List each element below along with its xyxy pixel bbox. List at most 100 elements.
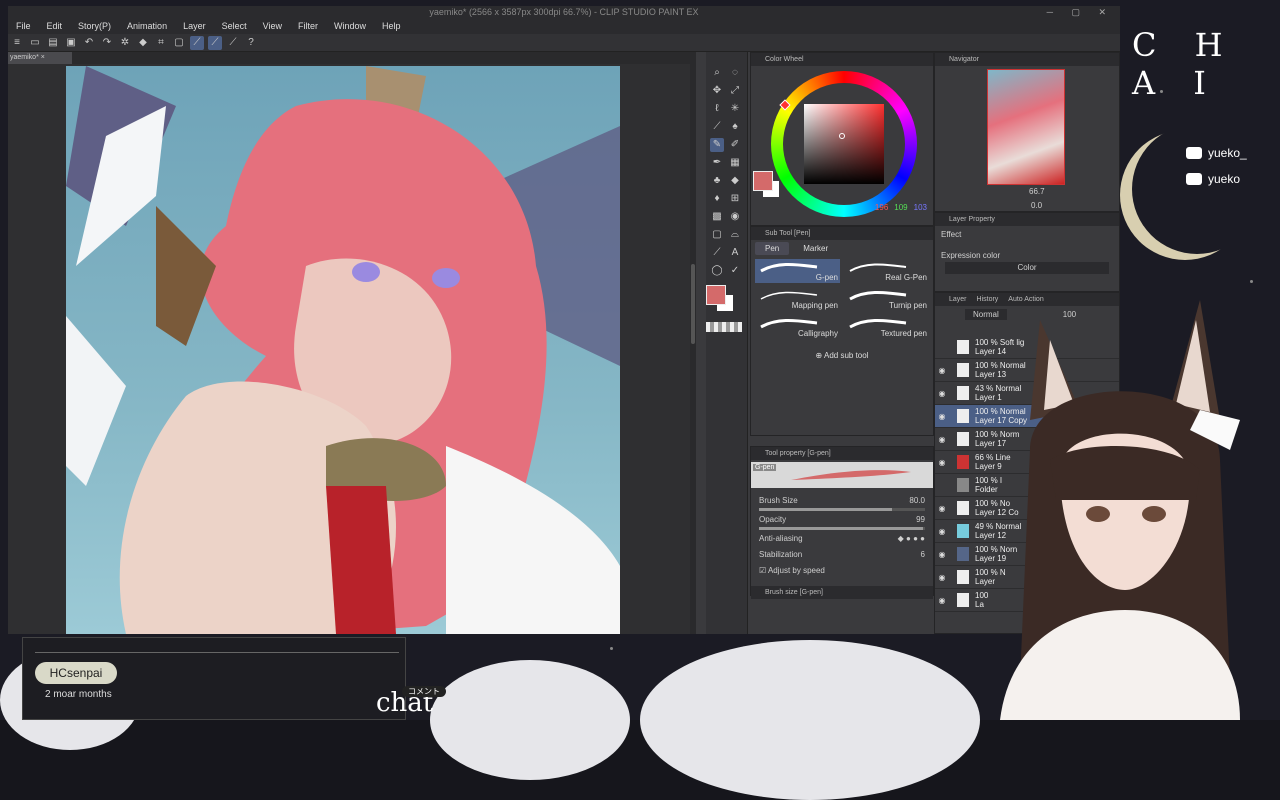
eyedropper-icon[interactable]: ⟋ — [710, 120, 724, 134]
move-icon[interactable]: ✥ — [710, 84, 724, 98]
transparent-color-swatch[interactable] — [706, 322, 742, 332]
magic-wand-icon[interactable]: ✳ — [728, 102, 742, 116]
pen-icon[interactable]: ✎ — [710, 138, 724, 152]
fill-tool-icon[interactable]: ◉ — [728, 210, 742, 224]
ruler-snap-icon[interactable]: ⟋ — [190, 35, 204, 50]
window-controls[interactable]: ─ ▢ ✕ — [1047, 6, 1114, 18]
sv-picker[interactable] — [839, 133, 845, 139]
menu-help[interactable]: Help — [374, 18, 409, 34]
eye-icon[interactable]: ◉ — [935, 527, 949, 536]
ruler-icon[interactable]: ⌓ — [728, 228, 742, 242]
main-color-swatch[interactable] — [753, 171, 773, 191]
antialias-options[interactable]: ◆ ● ● ● — [898, 534, 925, 543]
menu-filter[interactable]: Filter — [290, 18, 326, 34]
brush-mapping-pen[interactable]: Mapping pen — [755, 287, 840, 311]
eye-icon[interactable]: ◉ — [935, 504, 949, 513]
undo-icon[interactable]: ↶ — [82, 36, 96, 50]
brush-g-pen[interactable]: G-pen — [755, 259, 840, 283]
menu-file[interactable]: File — [8, 18, 39, 34]
brush-size-slider[interactable] — [759, 508, 925, 511]
navigator-thumbnail[interactable] — [987, 69, 1065, 185]
fill-icon[interactable]: ◆ — [136, 36, 150, 50]
airbrush-icon[interactable]: ♣ — [710, 174, 724, 188]
add-sub-tool-label: Add sub tool — [824, 351, 869, 360]
help-icon[interactable]: ? — [244, 36, 258, 50]
eye-icon[interactable]: ◉ — [935, 596, 949, 605]
select-ellipse-icon[interactable]: ◌ — [728, 66, 742, 80]
gradient-icon[interactable]: ▩ — [710, 210, 724, 224]
adjust-by-speed-checkbox[interactable]: ☑ Adjust by speed — [759, 566, 825, 575]
balloon-icon[interactable]: ◯ — [710, 264, 724, 278]
tab-history[interactable]: History — [977, 293, 999, 306]
menu-view[interactable]: View — [255, 18, 290, 34]
grid-snap-icon[interactable]: ⟋ — [226, 36, 240, 50]
menu-select[interactable]: Select — [214, 18, 255, 34]
eye-icon[interactable]: ◉ — [935, 550, 949, 559]
tool-property-panel: Tool property [G-pen] G-pen Brush Size 80… — [750, 446, 934, 599]
brush-real-g-pen[interactable]: Real G-Pen — [844, 259, 929, 283]
menu-layer[interactable]: Layer — [175, 18, 214, 34]
tab-pen[interactable]: Pen — [755, 242, 790, 255]
brush-calligraphy[interactable]: Calligraphy — [755, 315, 840, 339]
color-wheel[interactable] — [771, 71, 917, 217]
brush-icon[interactable]: ✒ — [710, 156, 724, 170]
crescent-moon-decoration — [1132, 124, 1262, 254]
channel-logo: C H A I — [1132, 26, 1237, 102]
navigator-rotation[interactable]: 0.0 — [1031, 201, 1042, 210]
eraser-icon[interactable]: ◆ — [728, 174, 742, 188]
pencil-icon[interactable]: ✐ — [728, 138, 742, 152]
main-color-swatch[interactable] — [706, 285, 726, 305]
frame-icon[interactable]: ⊞ — [728, 192, 742, 206]
artwork-canvas[interactable] — [66, 66, 620, 634]
eye-icon[interactable]: ◉ — [935, 458, 949, 467]
special-ruler-icon[interactable]: ⟋ — [208, 35, 222, 50]
clip-studio-window: yaemiko* (2566 x 3587px 300dpi 66.7%) - … — [8, 6, 1120, 634]
zoom-icon[interactable]: ⌕ — [710, 66, 724, 80]
snap-icon[interactable]: ▢ — [172, 36, 186, 50]
stabilization-value[interactable]: 6 — [921, 550, 925, 559]
eye-icon[interactable]: ◉ — [935, 435, 949, 444]
opacity-slider[interactable] — [759, 527, 925, 530]
lasso-icon[interactable]: ℓ — [710, 102, 724, 116]
settings-icon[interactable]: ✲ — [118, 36, 132, 50]
menu-icon[interactable]: ≡ — [10, 36, 24, 50]
brush-size-value[interactable]: 80.0 — [909, 496, 925, 505]
eye-icon[interactable]: ◉ — [935, 412, 949, 421]
opacity-value[interactable]: 99 — [916, 515, 925, 524]
expression-color-select[interactable]: Color — [945, 262, 1109, 274]
text-icon[interactable]: A — [728, 246, 742, 260]
fill-bucket-icon[interactable]: ♠ — [728, 120, 742, 134]
tab-marker[interactable]: Marker — [793, 242, 838, 255]
canvas-scrollbar[interactable] — [690, 64, 696, 634]
layer-mode: 100 — [975, 591, 989, 600]
transform-icon[interactable]: ⤢ — [728, 84, 742, 98]
open-icon[interactable]: ▤ — [46, 36, 60, 50]
redo-icon[interactable]: ↷ — [100, 36, 114, 50]
add-sub-tool-button[interactable]: ⊕ Add sub tool — [751, 351, 933, 360]
save-icon[interactable]: ▣ — [64, 36, 78, 50]
eye-icon[interactable]: ◉ — [935, 366, 949, 375]
blend-icon[interactable]: ♦ — [710, 192, 724, 206]
brush-turnip-pen[interactable]: Turnip pen — [844, 287, 929, 311]
cloud-decoration — [640, 640, 980, 800]
file-tab[interactable]: yaemiko* × — [8, 52, 72, 64]
antialias-label: Anti-aliasing — [759, 533, 803, 543]
tab-layer[interactable]: Layer — [949, 293, 967, 306]
eye-icon[interactable]: ◉ — [935, 573, 949, 582]
eye-icon[interactable]: ◉ — [935, 389, 949, 398]
menu-story[interactable]: Story(P) — [70, 18, 119, 34]
decoration-icon[interactable]: ▦ — [728, 156, 742, 170]
menu-edit[interactable]: Edit — [39, 18, 71, 34]
saturation-value-square[interactable] — [804, 104, 884, 184]
brush-textured-pen[interactable]: Textured pen — [844, 315, 929, 339]
crop-icon[interactable]: ⌗ — [154, 36, 168, 50]
menu-window[interactable]: Window — [326, 18, 374, 34]
menu-animation[interactable]: Animation — [119, 18, 175, 34]
new-file-icon[interactable]: ▭ — [28, 36, 42, 50]
line-icon[interactable]: ⟋ — [710, 246, 724, 260]
figure-icon[interactable]: ▢ — [710, 228, 724, 242]
layer-name: Folder — [975, 485, 998, 494]
correct-line-icon[interactable]: ✓ — [728, 264, 742, 278]
navigator-zoom[interactable]: 66.7 — [1029, 187, 1045, 196]
color-wheel-header: Color Wheel — [751, 53, 933, 66]
